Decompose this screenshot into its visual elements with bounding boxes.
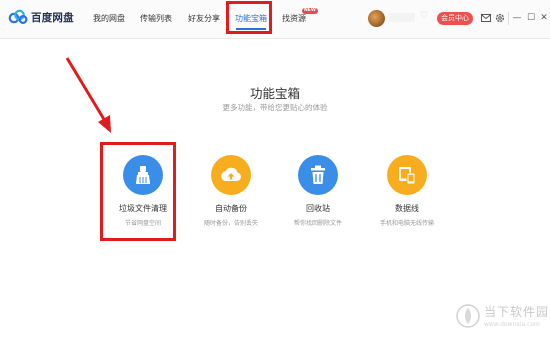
page-subtitle: 更多功能，带给您更贴心的体验 — [222, 103, 328, 112]
feature-recycle-bin[interactable]: 回收站 帮你找回删除文件 — [273, 155, 363, 227]
username-placeholder[interactable] — [389, 13, 415, 22]
nav-my-disk[interactable]: 我的网盘 — [93, 13, 125, 24]
feature-desc: 帮你找回删除文件 — [293, 220, 342, 227]
watermark-title: 当下软件园 — [484, 305, 550, 319]
watermark-url: www.downxia.com — [484, 321, 540, 328]
app-name: 百度网盘 — [31, 11, 74, 24]
watermark-logo-icon — [456, 303, 480, 328]
mail-icon[interactable] — [480, 11, 492, 25]
nav-friend-share[interactable]: 好友分享 — [188, 13, 220, 24]
feature-desc: 随时备份，告别丢失 — [203, 220, 258, 227]
feature-name: 数据线 — [395, 204, 419, 213]
feature-name: 垃圾文件清理 — [119, 204, 167, 213]
feature-data-cable[interactable]: 数据线 手机和电脑无线传输 — [362, 155, 452, 227]
baidu-cloud-logo-icon — [8, 9, 28, 25]
watermark: 当下软件园 www.downxia.com — [456, 303, 549, 328]
top-bar: 百度网盘 我的网盘 传输列表 好友分享 功能宝箱 找资源 NEW ♡ 会员中心 … — [0, 0, 550, 39]
toolbar-divider — [508, 12, 509, 25]
avatar[interactable] — [368, 10, 385, 27]
vip-center-button[interactable]: 会员中心 — [437, 12, 473, 25]
new-badge: NEW — [302, 8, 318, 14]
broom-icon — [123, 155, 163, 195]
nav-find-resources[interactable]: 找资源 — [282, 13, 306, 24]
feature-desc: 节省网盘空间 — [124, 220, 161, 227]
app-logo[interactable]: 百度网盘 — [8, 9, 74, 25]
feature-name: 自动备份 — [215, 204, 247, 213]
feature-junk-cleanup[interactable]: 垃圾文件清理 节省网盘空间 — [98, 155, 188, 227]
feature-auto-backup[interactable]: 自动备份 随时备份，告别丢失 — [186, 155, 276, 227]
page-title: 功能宝箱 — [249, 86, 300, 101]
heart-icon: ♡ — [420, 11, 429, 21]
cloud-upload-icon — [211, 155, 251, 195]
maximize-button[interactable]: ☐ — [526, 11, 536, 25]
feature-desc: 手机和电脑无线传输 — [379, 220, 434, 227]
trash-icon — [298, 155, 338, 195]
annotation-box-tab — [226, 1, 272, 34]
devices-icon — [387, 155, 427, 195]
minimize-button[interactable]: — — [512, 11, 522, 25]
nav-transfer-list[interactable]: 传输列表 — [140, 13, 172, 24]
gear-icon[interactable] — [494, 11, 506, 25]
feature-name: 回收站 — [306, 204, 330, 213]
close-button[interactable]: ✕ — [539, 11, 549, 25]
